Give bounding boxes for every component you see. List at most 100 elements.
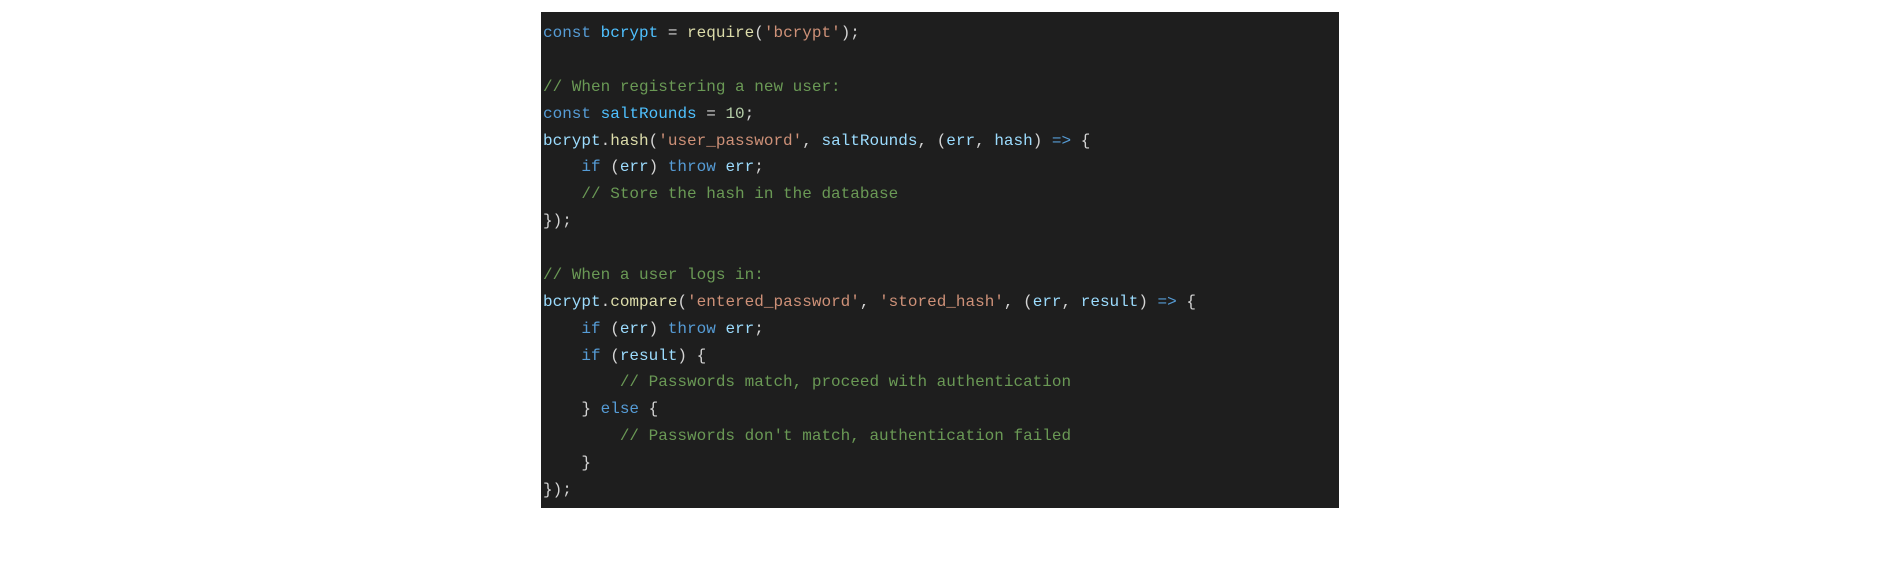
- code-token: err: [946, 132, 975, 150]
- code-line: [541, 235, 1339, 262]
- code-token: =: [697, 105, 726, 123]
- code-token: [543, 185, 581, 203]
- code-token: else: [601, 400, 639, 418]
- code-token: =: [658, 24, 687, 42]
- code-token: result: [620, 347, 678, 365]
- code-token: // Passwords match, proceed with authent…: [620, 373, 1071, 391]
- code-token: ;: [754, 158, 764, 176]
- code-token: =>: [1158, 293, 1177, 311]
- code-token: ,: [802, 132, 821, 150]
- code-token: }: [581, 454, 591, 472]
- code-token: );: [841, 24, 860, 42]
- code-token: saltRounds: [601, 105, 697, 123]
- code-token: // Passwords don't match, authentication…: [620, 427, 1071, 445]
- code-token: compare: [610, 293, 677, 311]
- code-line: const bcrypt = require('bcrypt');: [541, 20, 1339, 47]
- code-token: bcrypt: [543, 132, 601, 150]
- code-token: [543, 454, 581, 472]
- code-token: bcrypt: [601, 24, 659, 42]
- code-token: if: [581, 158, 600, 176]
- code-token: ;: [754, 320, 764, 338]
- code-token: (: [601, 347, 620, 365]
- code-line: // When registering a new user:: [541, 74, 1339, 101]
- code-token: [543, 347, 581, 365]
- code-line: [541, 47, 1339, 74]
- code-token: // Store the hash in the database: [581, 185, 898, 203]
- code-token: {: [1071, 132, 1090, 150]
- code-line: if (err) throw err;: [541, 316, 1339, 343]
- code-token: 'user_password': [658, 132, 802, 150]
- code-token: (: [601, 158, 620, 176]
- code-block: const bcrypt = require('bcrypt'); // Whe…: [541, 12, 1339, 508]
- code-token: ): [1138, 293, 1157, 311]
- code-token: hash: [994, 132, 1032, 150]
- code-token: [591, 24, 601, 42]
- code-token: =>: [1052, 132, 1071, 150]
- code-token: , (: [917, 132, 946, 150]
- code-token: result: [1081, 293, 1139, 311]
- code-token: , (: [1004, 293, 1033, 311]
- code-token: (: [754, 24, 764, 42]
- code-token: [543, 373, 620, 391]
- code-token: {: [639, 400, 658, 418]
- code-token: ): [649, 158, 668, 176]
- code-token: hash: [610, 132, 648, 150]
- code-token: [591, 105, 601, 123]
- code-token: (: [649, 132, 659, 150]
- code-token: err: [725, 158, 754, 176]
- code-token: // When a user logs in:: [543, 266, 764, 284]
- code-token: [716, 158, 726, 176]
- code-line: // Store the hash in the database: [541, 181, 1339, 208]
- code-token: [543, 427, 620, 445]
- code-token: throw: [668, 158, 716, 176]
- code-token: 10: [725, 105, 744, 123]
- code-line: // When a user logs in:: [541, 262, 1339, 289]
- code-token: bcrypt: [543, 293, 601, 311]
- code-token: saltRounds: [821, 132, 917, 150]
- code-token: err: [1033, 293, 1062, 311]
- code-token: 'entered_password': [687, 293, 860, 311]
- code-token: // When registering a new user:: [543, 78, 841, 96]
- code-token: [543, 400, 581, 418]
- code-token: .: [601, 132, 611, 150]
- code-token: ,: [975, 132, 994, 150]
- code-token: ): [649, 320, 668, 338]
- code-token: 'bcrypt': [764, 24, 841, 42]
- code-line: } else {: [541, 396, 1339, 423]
- code-line: bcrypt.compare('entered_password', 'stor…: [541, 289, 1339, 316]
- code-token: [543, 320, 581, 338]
- code-token: if: [581, 347, 600, 365]
- code-line: if (result) {: [541, 343, 1339, 370]
- code-token: }: [581, 400, 600, 418]
- code-token: throw: [668, 320, 716, 338]
- code-token: 'stored_hash': [879, 293, 1004, 311]
- code-token: err: [620, 320, 649, 338]
- code-token: });: [543, 481, 572, 499]
- code-token: {: [1177, 293, 1196, 311]
- code-line: bcrypt.hash('user_password', saltRounds,…: [541, 128, 1339, 155]
- code-token: ) {: [677, 347, 706, 365]
- code-line: });: [541, 208, 1339, 235]
- code-line: // Passwords match, proceed with authent…: [541, 369, 1339, 396]
- code-token: .: [601, 293, 611, 311]
- code-token: [543, 158, 581, 176]
- code-line: if (err) throw err;: [541, 154, 1339, 181]
- code-token: ): [1033, 132, 1052, 150]
- code-line: }: [541, 450, 1339, 477]
- code-token: if: [581, 320, 600, 338]
- code-line: const saltRounds = 10;: [541, 101, 1339, 128]
- code-token: ,: [860, 293, 879, 311]
- code-token: });: [543, 212, 572, 230]
- code-token: (: [601, 320, 620, 338]
- code-line: // Passwords don't match, authentication…: [541, 423, 1339, 450]
- code-line: });: [541, 477, 1339, 504]
- code-token: (: [677, 293, 687, 311]
- code-token: [716, 320, 726, 338]
- code-token: const: [543, 24, 591, 42]
- code-token: err: [725, 320, 754, 338]
- code-token: require: [687, 24, 754, 42]
- code-token: err: [620, 158, 649, 176]
- code-token: const: [543, 105, 591, 123]
- code-token: ,: [1062, 293, 1081, 311]
- code-token: ;: [745, 105, 755, 123]
